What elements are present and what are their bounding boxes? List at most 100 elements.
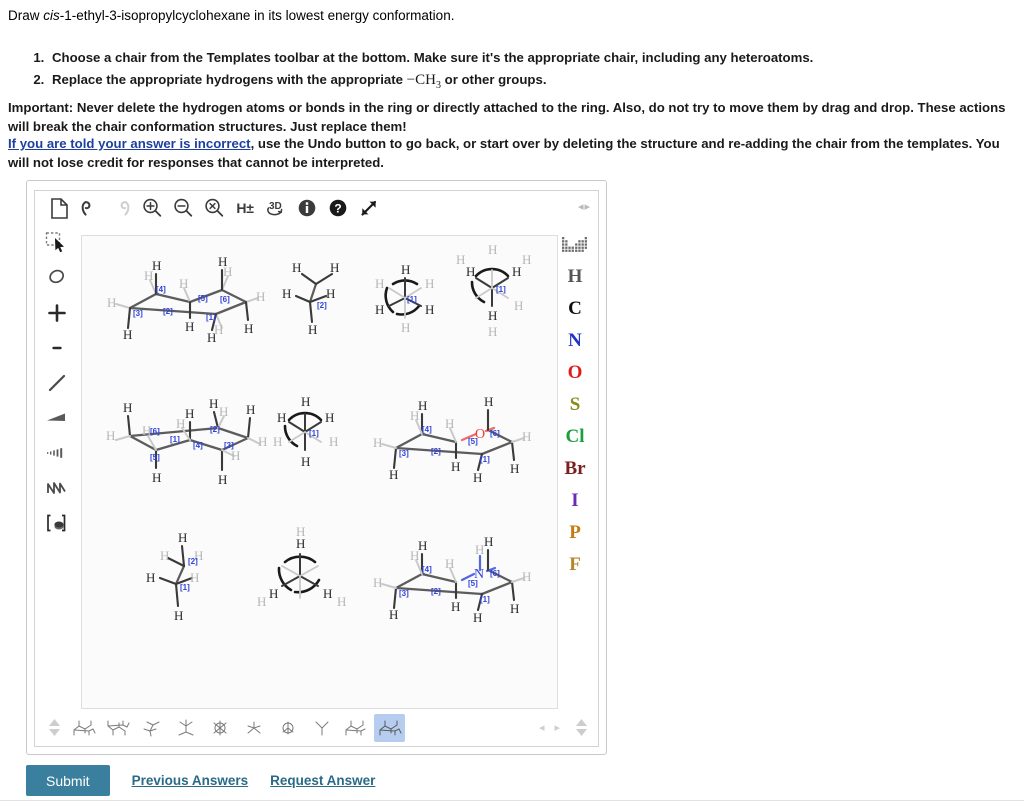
template-chair-2[interactable]: [102, 714, 133, 742]
element-f[interactable]: F: [558, 551, 592, 578]
svg-text:H: H: [246, 402, 255, 417]
zoom-in-icon[interactable]: [137, 193, 167, 223]
drawing-canvas[interactable]: HHH HHH HHH HHH [6][5][4] [3][2][1]: [81, 235, 558, 709]
element-c-label: C: [568, 297, 582, 319]
svg-text:H: H: [473, 610, 482, 625]
ethane-newman-eclipsed-b[interactable]: HHH HHH: [257, 526, 357, 631]
hash-bond-tool[interactable]: [41, 440, 73, 466]
ethane-sawhorse-b[interactable]: HHH HHH [2] [1]: [134, 526, 234, 631]
svg-text:H: H: [218, 472, 227, 487]
svg-text:[1]: [1]: [407, 295, 417, 304]
help-icon[interactable]: ?: [323, 193, 353, 223]
hydrogen-toggle-label: H±: [236, 200, 254, 216]
svg-text:H: H: [512, 264, 521, 279]
ethane-sawhorse-a[interactable]: HH HHH [2]: [272, 248, 362, 348]
element-c[interactable]: C: [558, 295, 592, 322]
svg-text:H: H: [209, 396, 218, 411]
left-tool-rail: [37, 227, 77, 713]
svg-text:[2]: [2]: [188, 557, 198, 566]
svg-text:H: H: [522, 569, 531, 584]
template-scroll-spinner[interactable]: [43, 714, 65, 742]
periodic-table-icon[interactable]: [558, 231, 592, 258]
incorrect-answer-link[interactable]: If you are told your answer is incorrect: [8, 136, 251, 151]
eraser-tool[interactable]: [41, 265, 73, 291]
svg-text:H: H: [466, 264, 475, 279]
chain-tool[interactable]: [41, 475, 73, 501]
bracket-tool[interactable]: [41, 510, 73, 536]
important-note: Important: Never delete the hydrogen ato…: [8, 100, 1006, 134]
toolbar-scroll-left-icon[interactable]: ◂: [578, 200, 584, 213]
svg-text:H: H: [410, 548, 419, 563]
three-d-icon[interactable]: 3D: [261, 193, 291, 223]
element-o[interactable]: O: [558, 359, 592, 386]
svg-text:H: H: [160, 548, 169, 563]
svg-text:H: H: [514, 298, 523, 313]
svg-text:H: H: [510, 601, 519, 616]
svg-text:[3]: [3]: [399, 589, 409, 598]
cyclohexane-chair-b[interactable]: HHH HHH HHH HHH [6] [1] [2] [3] [4] [5]: [98, 388, 283, 498]
expand-icon[interactable]: [354, 193, 384, 223]
new-document-icon[interactable]: [44, 193, 74, 223]
element-p[interactable]: P: [558, 519, 592, 546]
increase-charge-tool[interactable]: [41, 300, 73, 326]
request-answer-link[interactable]: Request Answer: [270, 773, 375, 788]
templates-toolbar: ◂ ▸: [37, 711, 598, 744]
single-bond-tool[interactable]: [41, 370, 73, 396]
template-newman-3[interactable]: [272, 714, 303, 742]
svg-text:H: H: [301, 454, 310, 469]
cyclohexane-chair-a[interactable]: HHH HHH HHH HHH [6] [5] [4] [3] [2] [1]: [98, 244, 278, 354]
svg-text:[2]: [2]: [317, 301, 327, 310]
toolbar-scroll-right-icon[interactable]: ▸: [584, 200, 590, 213]
previous-answers-link[interactable]: Previous Answers: [132, 773, 249, 788]
element-br[interactable]: Br: [558, 455, 592, 482]
template-sawhorse-2[interactable]: [170, 714, 201, 742]
submit-button[interactable]: Submit: [26, 765, 110, 796]
template-row-spinner[interactable]: [570, 714, 592, 742]
redo-icon[interactable]: [106, 193, 136, 223]
methyl-formula: −CH3: [406, 72, 441, 91]
template-newman-2[interactable]: [238, 714, 269, 742]
template-chair-4[interactable]: [374, 713, 405, 742]
wedge-bond-tool[interactable]: [41, 405, 73, 431]
zoom-out-icon[interactable]: [168, 193, 198, 223]
template-chair-1[interactable]: [68, 714, 99, 742]
template-chair-3[interactable]: [340, 714, 371, 742]
oxane-chair[interactable]: HHH HHH HHH H O [6] [5] [4] [3] [2] [1]: [364, 384, 554, 499]
svg-text:H: H: [185, 319, 194, 334]
template-scroll-left-icon[interactable]: ◂: [539, 721, 545, 734]
editor-frame: H± 3D ? ◂ ▸ H C N O S Cl Br I P F H H H …: [34, 190, 599, 747]
svg-text:[6]: [6]: [220, 295, 230, 304]
select-tool[interactable]: [41, 230, 73, 256]
element-s[interactable]: S: [558, 391, 592, 418]
svg-text:H: H: [418, 398, 427, 413]
piperidine-chair[interactable]: HHH HHH HHH HH N [6] [5] [4] [3] [2] [1]: [364, 524, 554, 642]
zoom-reset-icon[interactable]: [199, 193, 229, 223]
template-newman-4[interactable]: [306, 714, 337, 742]
element-h[interactable]: H: [558, 263, 592, 290]
ethane-newman-staggered-a[interactable]: HHH HHH [1]: [367, 254, 457, 349]
element-i[interactable]: I: [558, 487, 592, 514]
svg-text:H: H: [107, 295, 116, 310]
ethane-newman-eclipsed-a[interactable]: HHH H HH [1]: [267, 386, 357, 486]
svg-text:H: H: [451, 599, 460, 614]
page-root: Draw cis-1-ethyl-3-isopropylcyclohexane …: [0, 0, 1024, 805]
svg-text:3D: 3D: [269, 201, 282, 212]
element-cl[interactable]: Cl: [558, 423, 592, 450]
ethane-newman-staggered-b[interactable]: HHH HHH HH [1]: [454, 240, 544, 340]
hydrogen-toggle-icon[interactable]: H±: [230, 193, 260, 223]
question-prompt: Draw cis-1-ethyl-3-isopropylcyclohexane …: [8, 7, 454, 25]
undo-icon[interactable]: [75, 193, 105, 223]
decrease-charge-tool[interactable]: [41, 335, 73, 361]
prompt-post: -1-ethyl-3-isopropylcyclohexane in its l…: [59, 8, 455, 23]
info-icon[interactable]: [292, 193, 322, 223]
svg-text:H: H: [152, 470, 161, 485]
svg-text:H: H: [179, 276, 188, 291]
svg-text:[2]: [2]: [210, 425, 220, 434]
template-newman-1[interactable]: [204, 714, 235, 742]
template-scroll-right-icon[interactable]: ▸: [554, 721, 560, 734]
template-sawhorse-1[interactable]: [136, 714, 167, 742]
svg-text:H: H: [178, 530, 187, 545]
element-n[interactable]: N: [558, 327, 592, 354]
svg-text:H: H: [401, 262, 410, 277]
step-item-2: Replace the appropriate hydrogens with t…: [48, 70, 1016, 96]
